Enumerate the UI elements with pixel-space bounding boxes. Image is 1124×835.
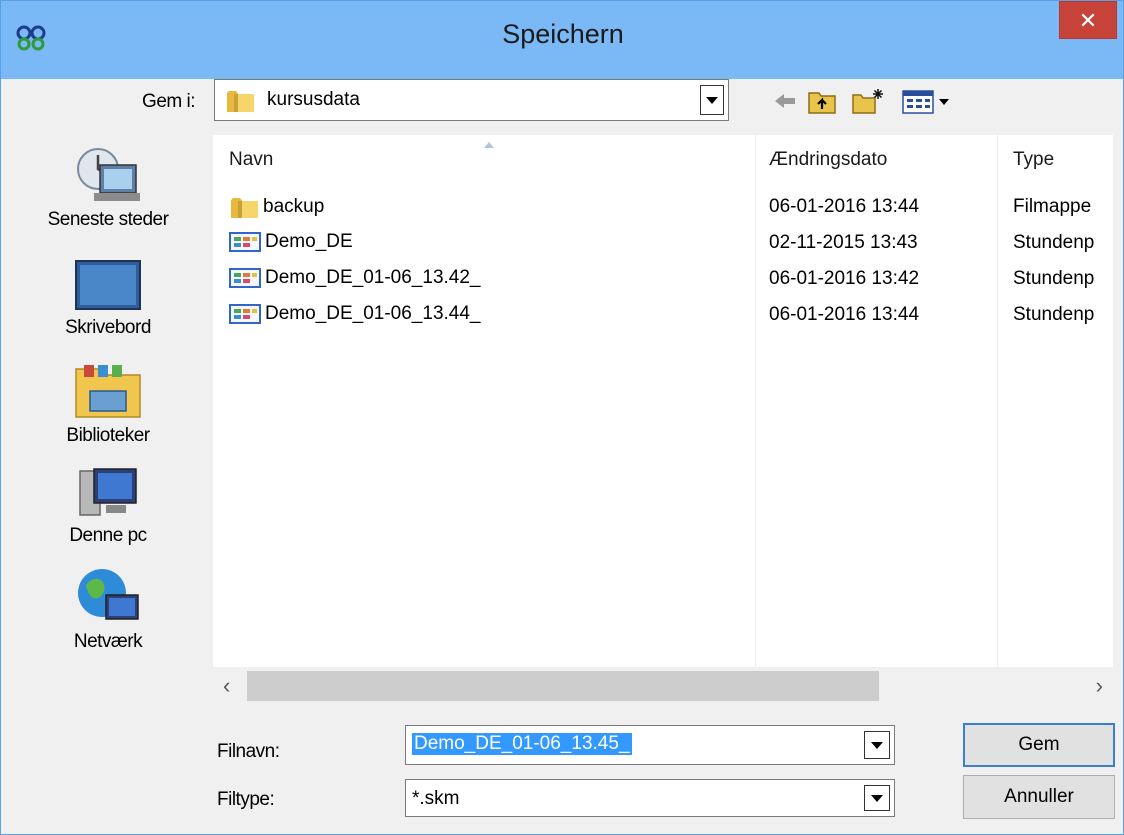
file-date: 06-01-2016 13:44 (769, 304, 920, 325)
filename-input[interactable]: Demo_DE_01-06_13.45_ (412, 733, 632, 755)
place-this-pc[interactable]: Denne pc (15, 465, 201, 547)
schedule-file-icon (229, 304, 261, 324)
place-recent[interactable]: Seneste steder (15, 143, 201, 231)
table-row[interactable]: Demo_DE_01-06_13.44_ 06-01-2016 13:44 St… (213, 297, 1113, 333)
recent-places-icon (77, 148, 140, 201)
horizontal-scrollbar[interactable]: ‹ › (213, 667, 1113, 705)
back-arrow-icon[interactable] (771, 87, 799, 115)
filetype-value: *.skm (412, 788, 460, 809)
table-row[interactable]: Demo_DE 02-11-2015 13:43 Stundenp (213, 225, 1113, 261)
place-label: Biblioteker (66, 425, 150, 446)
chevron-down-icon (871, 795, 883, 802)
schedule-file-icon (229, 232, 261, 252)
places-bar: Seneste steder Skrivebord Biblioteker De… (15, 135, 201, 695)
file-type: Filmappe (1013, 196, 1092, 217)
this-pc-icon (79, 468, 137, 516)
column-header-name[interactable]: Navn (229, 135, 273, 185)
table-row[interactable]: backup 06-01-2016 13:44 Filmappe (213, 189, 1113, 225)
file-name: Demo_DE_01-06_13.42_ (265, 267, 481, 289)
file-date: 06-01-2016 13:44 (769, 196, 920, 217)
chevron-down-icon (706, 97, 718, 104)
place-desktop[interactable]: Skrivebord (15, 257, 201, 339)
chevron-down-icon (871, 742, 883, 749)
place-label: Skrivebord (65, 317, 151, 338)
look-in-value: kursusdata (267, 89, 360, 110)
place-label: Seneste steder (47, 209, 169, 230)
schedule-file-icon (229, 268, 261, 288)
table-row[interactable]: Demo_DE_01-06_13.42_ 06-01-2016 13:42 St… (213, 261, 1113, 297)
scroll-left-icon[interactable]: ‹ (223, 673, 230, 699)
close-icon: ✕ (1078, 8, 1098, 33)
scrollbar-thumb[interactable] (247, 671, 879, 701)
save-dialog: Speichern ✕ Gem i: kursusdata Seneste st… (0, 0, 1124, 835)
file-name: Demo_DE (265, 231, 353, 253)
desktop-icon (75, 260, 141, 310)
filename-dropdown-button[interactable] (864, 731, 890, 759)
file-list[interactable]: Navn Ændringsdato Type backup 06-01-2016… (213, 135, 1113, 705)
filename-label: Filnavn: (217, 741, 280, 762)
close-button[interactable]: ✕ (1059, 1, 1117, 39)
filetype-dropdown-button[interactable] (864, 785, 890, 811)
column-header-type[interactable]: Type (1013, 135, 1054, 185)
scroll-right-icon[interactable]: › (1096, 673, 1103, 699)
column-header-date[interactable]: Ændringsdato (769, 135, 887, 185)
title-bar: Speichern ✕ (1, 1, 1123, 79)
sort-ascending-icon (484, 142, 494, 148)
folder-icon (231, 198, 258, 218)
file-name: backup (263, 196, 325, 218)
view-menu-icon[interactable] (901, 87, 959, 115)
filetype-label: Filtype: (217, 789, 275, 810)
window-title: Speichern (502, 19, 624, 49)
file-date: 02-11-2015 13:43 (769, 232, 918, 253)
file-date: 06-01-2016 13:42 (769, 268, 920, 289)
place-libraries[interactable]: Biblioteker (15, 361, 201, 447)
file-type: Stundenp (1013, 232, 1095, 253)
new-folder-icon[interactable] (851, 87, 885, 115)
look-in-dropdown-button[interactable] (700, 85, 724, 115)
place-label: Netværk (73, 631, 143, 652)
folder-icon (227, 91, 254, 112)
place-label: Denne pc (69, 525, 147, 546)
libraries-icon (75, 365, 141, 418)
place-network[interactable]: Netværk (15, 565, 201, 653)
look-in-combo[interactable]: kursusdata (214, 79, 729, 121)
file-type: Stundenp (1013, 304, 1095, 325)
up-folder-icon[interactable] (807, 87, 837, 115)
save-button[interactable]: Gem (963, 723, 1115, 767)
file-name: Demo_DE_01-06_13.44_ (265, 303, 481, 325)
cancel-button[interactable]: Annuller (963, 775, 1115, 819)
look-in-label: Gem i: (142, 91, 195, 112)
filetype-select[interactable]: *.skm (405, 779, 895, 817)
filename-combo[interactable]: Demo_DE_01-06_13.45_ (405, 725, 895, 765)
network-icon (78, 569, 139, 620)
file-type: Stundenp (1013, 268, 1095, 289)
